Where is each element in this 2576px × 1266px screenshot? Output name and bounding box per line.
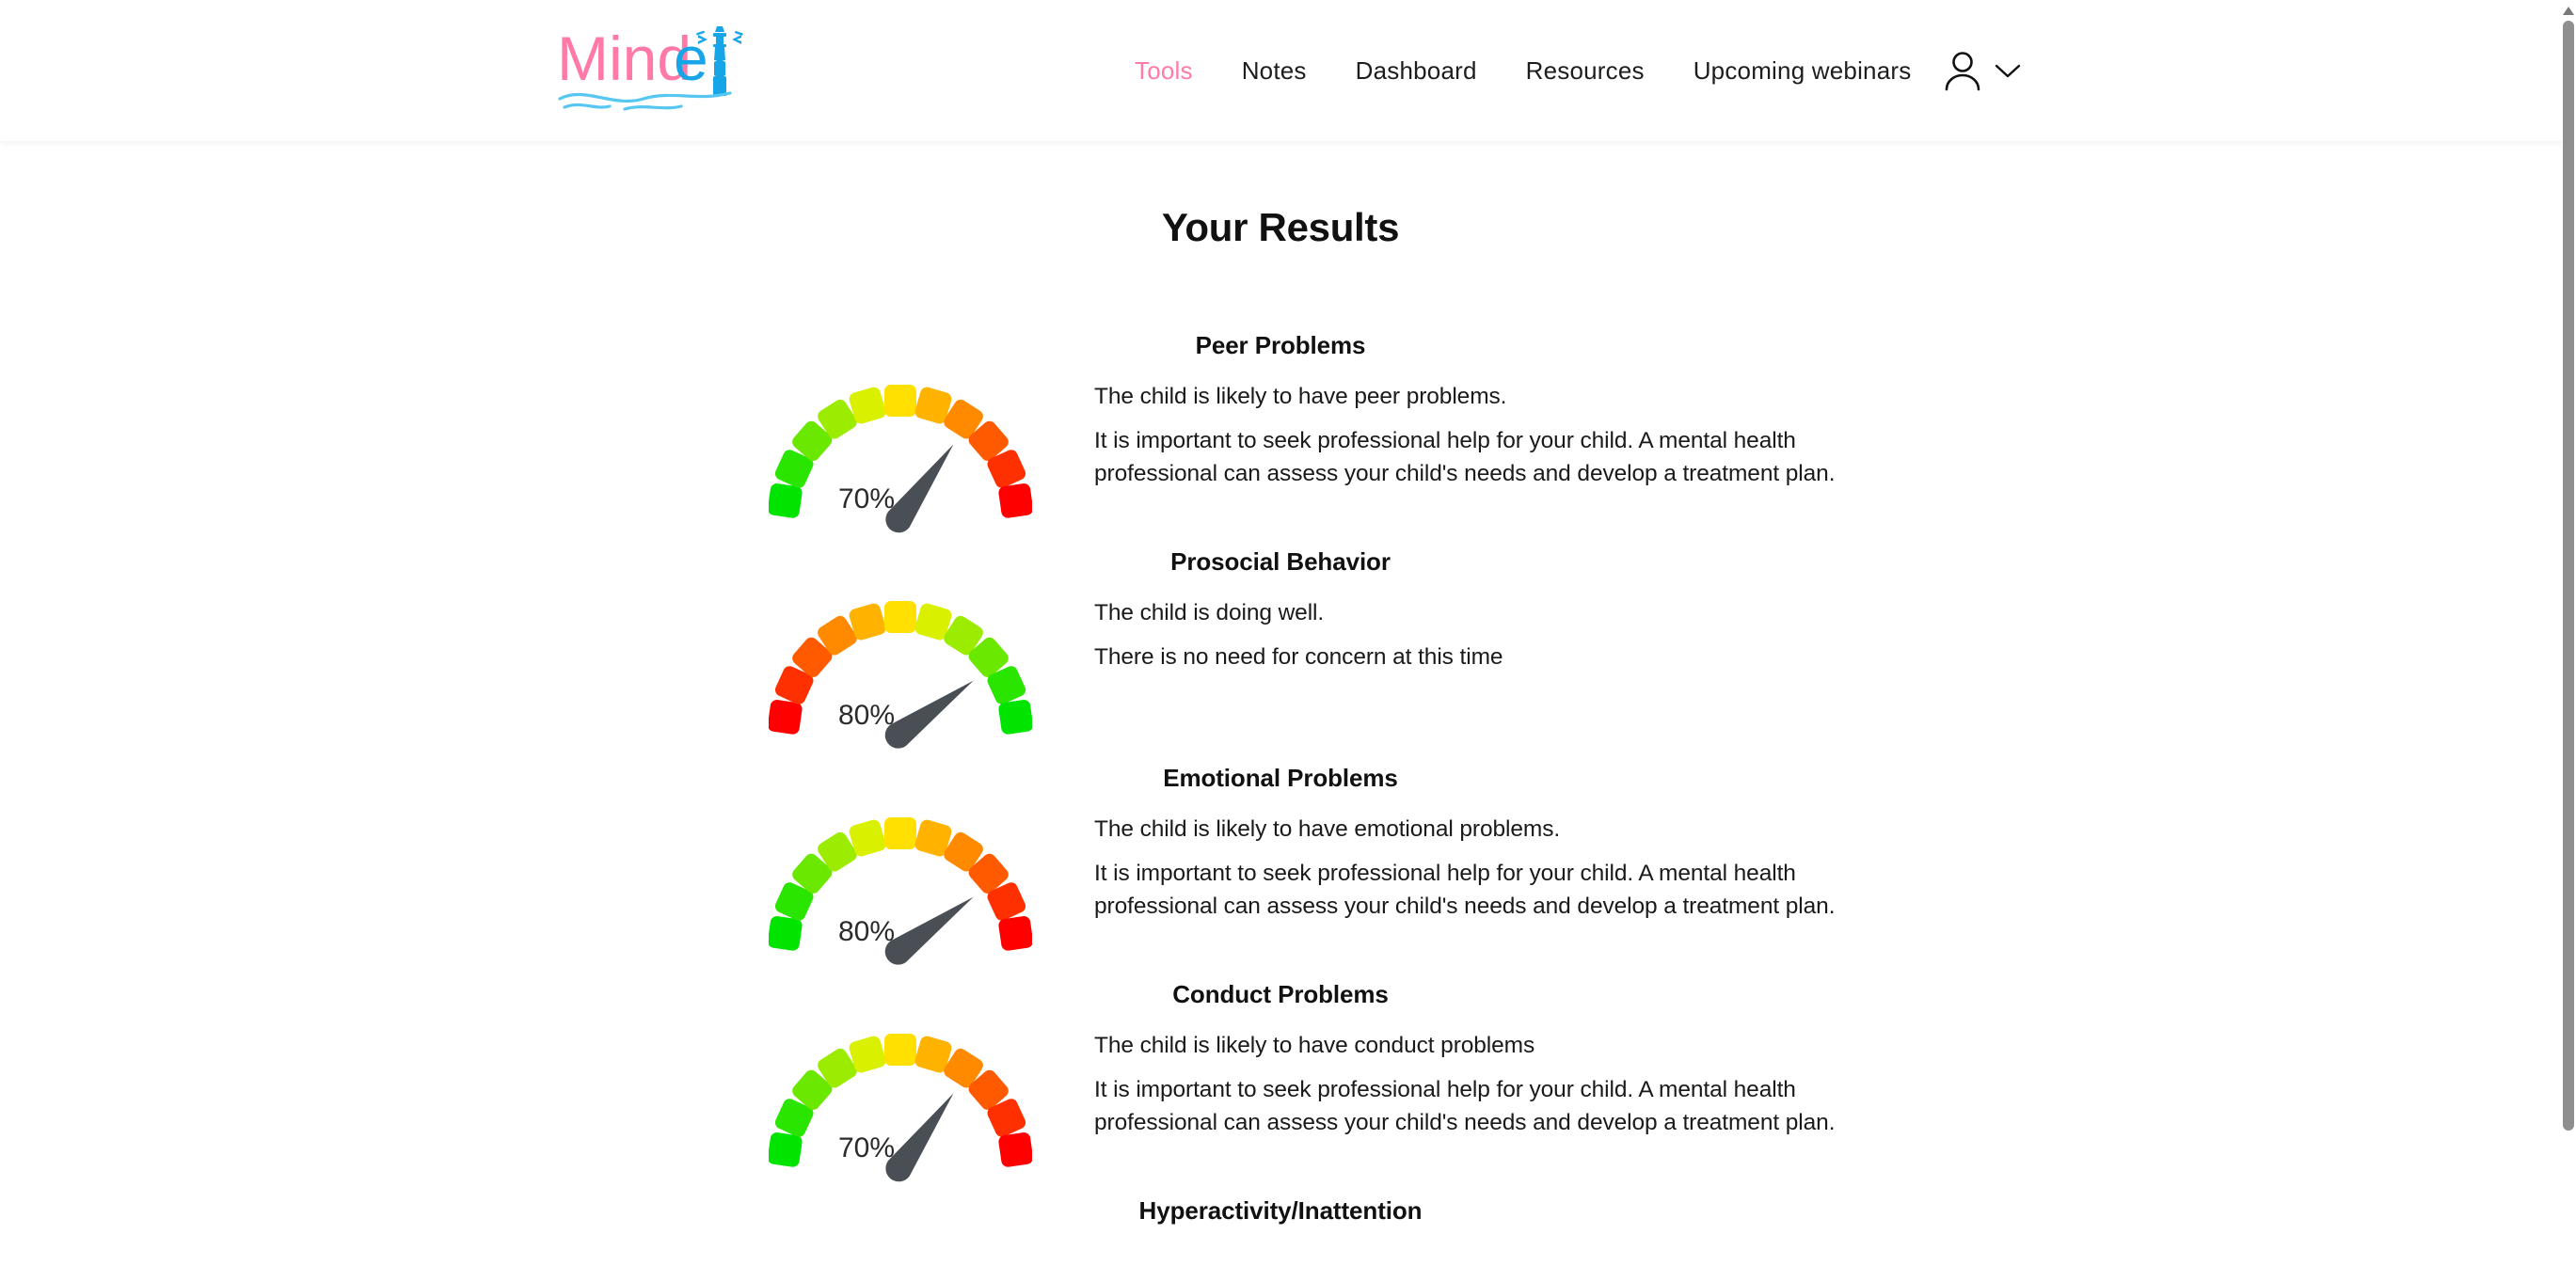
- gauge-chart: 70%: [769, 385, 1032, 533]
- gauge-needle: [884, 896, 974, 965]
- result-description-line: The child is likely to have peer problem…: [1094, 384, 1507, 409]
- gauge-value-label: 80%: [838, 916, 895, 947]
- site-header: Mind e Tools Notes Dashboard Resources U…: [0, 0, 2576, 141]
- gauge-value-label: 70%: [838, 483, 895, 514]
- gauge-segment: [998, 700, 1032, 735]
- user-menu[interactable]: [1943, 0, 2022, 141]
- gauge-segment: [884, 817, 916, 849]
- gauge-segment: [769, 700, 803, 735]
- result-row: Peer Problems 70% The child is likely to h…: [0, 331, 2561, 547]
- page-title: Your Results: [1161, 205, 1400, 249]
- wave-decoration: [558, 91, 732, 111]
- result-heading: Hyperactivity/Inattention: [1138, 1196, 1423, 1225]
- result-description: The child is likely to have emotional pr…: [1094, 813, 1837, 923]
- nav-item-resources[interactable]: Resources: [1502, 56, 1669, 86]
- gauge-chart: 80%: [769, 601, 1032, 749]
- result-heading: Conduct Problems: [1172, 980, 1389, 1008]
- gauge-container: 70%: [769, 376, 1032, 541]
- gauge-segment: [998, 1132, 1032, 1167]
- gauge-value-label: 80%: [838, 700, 895, 731]
- gauge-value-label: 70%: [838, 1132, 895, 1163]
- gauge-needle: [885, 1093, 954, 1182]
- scrollbar-thumb[interactable]: [2563, 21, 2574, 1131]
- chevron-down-icon: [1995, 64, 2021, 78]
- result-description: The child is doing well. There is no need…: [1094, 596, 1837, 673]
- result-description: The child is likely to have peer problem…: [1094, 380, 1837, 490]
- nav-item-upcoming-webinars[interactable]: Upcoming webinars: [1669, 56, 1936, 86]
- scrollbar-up-arrow[interactable]: [2561, 3, 2576, 18]
- gauge-container: 80%: [769, 593, 1032, 757]
- gauge-segment: [884, 601, 916, 633]
- page-scrollbar[interactable]: [2561, 0, 2576, 1266]
- result-description-line: There is no need for concern at this tim…: [1094, 644, 1503, 670]
- gauge-segment: [769, 483, 803, 518]
- nav-item-dashboard[interactable]: Dashboard: [1331, 56, 1502, 86]
- logo-text-primary: Mind: [557, 24, 692, 93]
- result-heading: Emotional Problems: [1163, 764, 1398, 792]
- gauge-chart: 70%: [769, 1034, 1032, 1182]
- results-list: Peer Problems 70% The child is likely to h…: [0, 331, 2561, 1266]
- results-page: Your Results Peer Problems 70% The child i…: [0, 141, 2561, 1266]
- gauge-needle: [884, 680, 974, 749]
- result-description-line: It is important to seek professional hel…: [1094, 861, 1836, 919]
- logo-text-secondary: e: [674, 24, 708, 93]
- nav-item-tools[interactable]: Tools: [1110, 56, 1217, 86]
- result-description-line: It is important to seek professional hel…: [1094, 428, 1836, 486]
- user-icon: [1945, 52, 1980, 91]
- gauge-container: 80%: [769, 809, 1032, 973]
- result-description: The child is likely to have conduct prob…: [1094, 1029, 1837, 1139]
- gauge-container: 70%: [769, 1025, 1032, 1190]
- result-description-line: It is important to seek professional hel…: [1094, 1077, 1836, 1135]
- gauge-segment: [884, 1034, 916, 1066]
- nav-item-notes[interactable]: Notes: [1217, 56, 1331, 86]
- result-row: Hyperactivity/Inattention: [0, 1196, 2561, 1266]
- result-row: Prosocial Behavior 80% The child is doing …: [0, 547, 2561, 764]
- result-description-line: The child is doing well.: [1094, 600, 1325, 625]
- gauge-segment: [884, 385, 916, 417]
- gauge-segment: [769, 916, 803, 951]
- gauge-needle: [885, 444, 954, 533]
- result-row: Conduct Problems 70% The child is likely t…: [0, 980, 2561, 1196]
- gauge-segment: [998, 483, 1032, 518]
- result-description-line: The child is likely to have conduct prob…: [1094, 1033, 1535, 1058]
- triangle-up-icon: [2563, 6, 2574, 15]
- result-row: Emotional Problems 80% The child is likely…: [0, 764, 2561, 980]
- result-description-line: The child is likely to have emotional pr…: [1094, 816, 1561, 842]
- result-heading: Peer Problems: [1195, 331, 1366, 359]
- gauge-segment: [998, 916, 1032, 951]
- site-logo[interactable]: Mind e: [557, 12, 745, 116]
- gauge-chart: 80%: [769, 817, 1032, 965]
- main-navigation: Tools Notes Dashboard Resources Upcoming…: [1110, 0, 1935, 141]
- gauge-segment: [769, 1132, 803, 1167]
- result-heading: Prosocial Behavior: [1170, 547, 1391, 576]
